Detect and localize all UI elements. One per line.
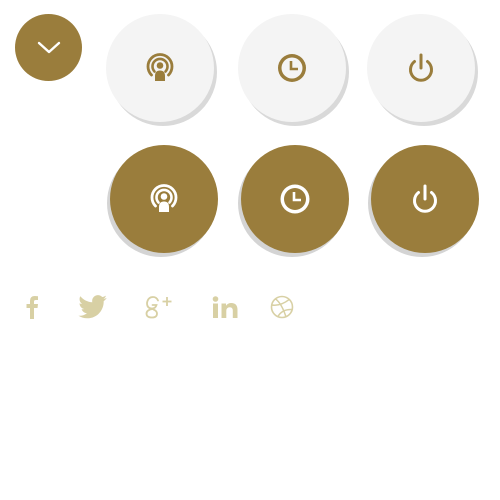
google-plus-link[interactable] bbox=[140, 290, 176, 324]
podcast-button[interactable] bbox=[106, 14, 214, 122]
podcast-icon bbox=[146, 181, 182, 217]
podcast-button-active[interactable] bbox=[110, 145, 218, 253]
power-button-active[interactable] bbox=[371, 145, 479, 253]
dribbble-icon bbox=[270, 295, 294, 319]
clock-icon bbox=[277, 181, 313, 217]
dropdown-toggle-button[interactable] bbox=[15, 14, 82, 81]
facebook-link[interactable] bbox=[20, 290, 44, 324]
twitter-icon bbox=[78, 295, 108, 319]
icon-button-showcase bbox=[0, 0, 500, 500]
google-plus-icon bbox=[142, 294, 174, 320]
power-icon bbox=[403, 50, 439, 86]
power-button[interactable] bbox=[367, 14, 475, 122]
clock-icon bbox=[274, 50, 310, 86]
dribbble-link[interactable] bbox=[268, 290, 296, 324]
facebook-icon bbox=[25, 295, 39, 319]
power-icon bbox=[407, 181, 443, 217]
linkedin-icon bbox=[212, 295, 240, 319]
podcast-icon bbox=[142, 50, 178, 86]
clock-button-active[interactable] bbox=[241, 145, 349, 253]
linkedin-link[interactable] bbox=[208, 290, 244, 324]
clock-button[interactable] bbox=[238, 14, 346, 122]
twitter-link[interactable] bbox=[76, 290, 110, 324]
chevron-down-icon bbox=[36, 40, 62, 56]
